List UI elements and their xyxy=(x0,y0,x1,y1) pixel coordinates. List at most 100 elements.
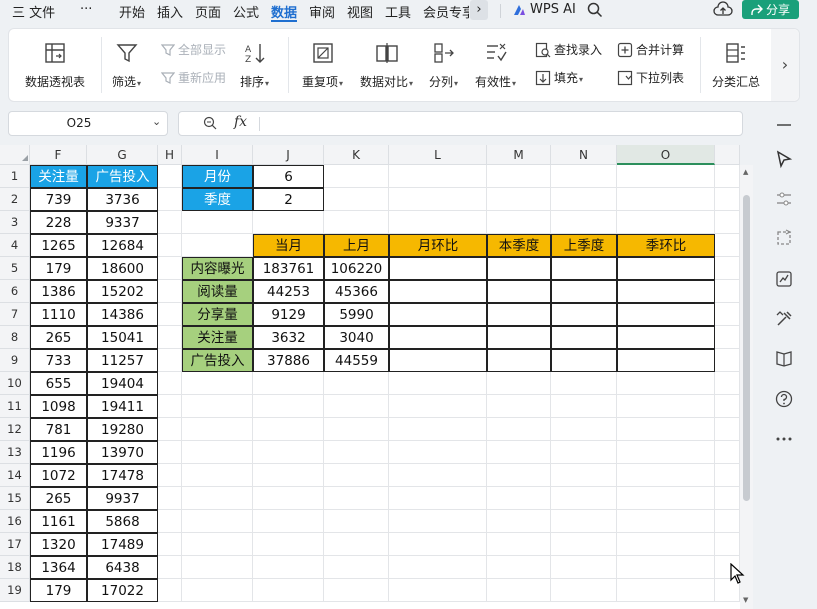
grid-cell[interactable] xyxy=(487,188,551,211)
grid-cell[interactable] xyxy=(158,234,182,257)
grid-cell[interactable] xyxy=(182,395,253,418)
table-cell[interactable]: 1110 xyxy=(30,303,87,326)
grid-cell[interactable] xyxy=(715,280,740,303)
grid-cell[interactable] xyxy=(253,372,324,395)
grid-cell[interactable] xyxy=(182,556,253,579)
table-cell[interactable]: 17022 xyxy=(87,579,158,602)
row-header[interactable]: 10 xyxy=(0,372,30,395)
summary-cell[interactable] xyxy=(551,280,617,303)
grid-cell[interactable] xyxy=(715,234,740,257)
grid-cell[interactable] xyxy=(389,211,487,234)
summary-cell[interactable] xyxy=(551,326,617,349)
table-cell[interactable]: 11257 xyxy=(87,349,158,372)
table-cell[interactable]: 1265 xyxy=(30,234,87,257)
column-header-m[interactable]: M xyxy=(487,145,551,165)
dropdown-list-button[interactable]: 下拉列表 xyxy=(617,69,684,86)
grid-cell[interactable] xyxy=(324,464,389,487)
grid-cell[interactable] xyxy=(324,441,389,464)
row-header[interactable]: 9 xyxy=(0,349,30,372)
grid-cell[interactable] xyxy=(158,303,182,326)
grid-cell[interactable] xyxy=(253,464,324,487)
table-cell[interactable]: 228 xyxy=(30,211,87,234)
subtotal-button[interactable]: 分类汇总 xyxy=(712,41,760,90)
table-cell[interactable]: 14386 xyxy=(87,303,158,326)
table-cell[interactable]: 19411 xyxy=(87,395,158,418)
table-cell[interactable]: 1161 xyxy=(30,510,87,533)
grid-cell[interactable] xyxy=(715,211,740,234)
grid-cell[interactable] xyxy=(617,165,715,188)
table-cell[interactable]: 5868 xyxy=(87,510,158,533)
grid-cell[interactable] xyxy=(324,533,389,556)
column-header-f[interactable]: F xyxy=(30,145,87,165)
row-header[interactable]: 12 xyxy=(0,418,30,441)
grid-cell[interactable] xyxy=(551,510,617,533)
summary-cell[interactable] xyxy=(389,326,487,349)
tab-formula[interactable]: 公式 xyxy=(233,2,259,21)
grid-cell[interactable] xyxy=(487,487,551,510)
row-header[interactable]: 18 xyxy=(0,556,30,579)
grid-cell[interactable] xyxy=(715,533,740,556)
zoom-formula-icon[interactable] xyxy=(203,116,217,133)
table-cell[interactable]: 12684 xyxy=(87,234,158,257)
pivot-table-button[interactable]: 数据透视表 xyxy=(25,41,85,90)
table-cell[interactable]: 781 xyxy=(30,418,87,441)
grid-cell[interactable] xyxy=(158,188,182,211)
table-cell[interactable]: 179 xyxy=(30,257,87,280)
split-column-button[interactable]: 分列▾ xyxy=(429,41,458,90)
search-icon[interactable] xyxy=(587,2,603,21)
table-cell[interactable]: 265 xyxy=(30,326,87,349)
table-cell[interactable]: 17478 xyxy=(87,464,158,487)
grid-cell[interactable] xyxy=(715,257,740,280)
table-cell[interactable]: 17489 xyxy=(87,533,158,556)
grid-cell[interactable] xyxy=(253,441,324,464)
row-header[interactable]: 1 xyxy=(0,165,30,188)
find-entry-button[interactable]: 查找录入 xyxy=(535,41,602,58)
grid-cell[interactable] xyxy=(487,510,551,533)
grid-cell[interactable] xyxy=(158,326,182,349)
table-cell[interactable]: 1072 xyxy=(30,464,87,487)
adjust-settings-icon[interactable] xyxy=(774,189,794,209)
fill-button[interactable]: 填充▾ xyxy=(535,69,583,86)
tab-insert[interactable]: 插入 xyxy=(157,2,183,21)
tab-data[interactable]: 数据 xyxy=(271,2,297,21)
summary-row-label[interactable]: 分享量 xyxy=(182,303,253,326)
summary-cell[interactable] xyxy=(551,349,617,372)
grid-cell[interactable] xyxy=(389,188,487,211)
table-cell[interactable]: 1196 xyxy=(30,441,87,464)
grid-cell[interactable] xyxy=(551,464,617,487)
grid-cell[interactable] xyxy=(158,211,182,234)
grid-cell[interactable] xyxy=(389,418,487,441)
table-cell[interactable]: 1098 xyxy=(30,395,87,418)
grid-cell[interactable] xyxy=(324,510,389,533)
select-all-corner[interactable] xyxy=(0,145,30,165)
chevron-down-icon[interactable]: ⌄ xyxy=(152,115,161,128)
filter-button[interactable]: 筛选▾ xyxy=(112,41,141,90)
row-header[interactable]: 2 xyxy=(0,188,30,211)
grid-cell[interactable] xyxy=(617,418,715,441)
table-cell[interactable]: 1386 xyxy=(30,280,87,303)
tab-page[interactable]: 页面 xyxy=(195,2,221,21)
grid-cell[interactable] xyxy=(551,395,617,418)
grid-cell[interactable] xyxy=(617,579,715,602)
grid-cell[interactable] xyxy=(617,510,715,533)
grid-cell[interactable] xyxy=(551,487,617,510)
transform-icon[interactable] xyxy=(774,228,794,248)
summary-header-cell[interactable]: 当月 xyxy=(253,234,324,257)
grid-cell[interactable] xyxy=(253,418,324,441)
grid-cell[interactable] xyxy=(617,533,715,556)
grid-cell[interactable] xyxy=(617,395,715,418)
table-cell[interactable]: 265 xyxy=(30,487,87,510)
summary-row-label[interactable]: 广告投入 xyxy=(182,349,253,372)
more-menu[interactable]: ··· xyxy=(80,2,92,17)
grid-cell[interactable] xyxy=(253,533,324,556)
grid-cell[interactable] xyxy=(715,464,740,487)
grid-cell[interactable] xyxy=(158,280,182,303)
tab-view[interactable]: 视图 xyxy=(347,2,373,21)
scroll-down-icon[interactable]: ▼ xyxy=(743,596,748,604)
summary-cell[interactable] xyxy=(487,349,551,372)
grid-cell[interactable] xyxy=(182,533,253,556)
grid-cell[interactable] xyxy=(715,372,740,395)
table-cell[interactable]: 15041 xyxy=(87,326,158,349)
grid-cell[interactable] xyxy=(253,510,324,533)
param-value[interactable]: 6 xyxy=(253,165,324,188)
